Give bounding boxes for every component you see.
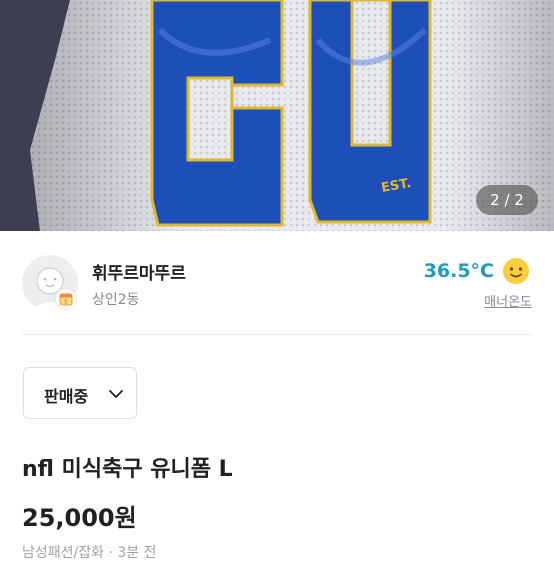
seller-name[interactable]: 휘뚜르마뚜르 — [92, 259, 186, 284]
product-image[interactable]: EST. 2 / 2 — [0, 0, 554, 231]
item-title: nfl 미식축구 유니폼 L — [22, 457, 233, 482]
sale-status-label: 판매중 — [44, 387, 89, 406]
divider — [22, 334, 532, 335]
item-category-time: 남성패션/잡화 · 3분 전 — [22, 545, 157, 561]
seller-profile[interactable]: 5 휘뚜르마뚜르 상인2동 36.5°C 매너온도 — [0, 231, 554, 334]
item-price: 25,000원 — [22, 504, 137, 532]
chevron-down-icon — [108, 386, 124, 402]
manner-temperature: 36.5°C — [423, 260, 494, 282]
jersey-photo-graphic: EST. — [0, 0, 554, 231]
smile-face-icon — [500, 255, 532, 287]
svg-text:5: 5 — [64, 300, 68, 306]
seller-location: 상인2동 — [92, 292, 140, 308]
sale-status-dropdown[interactable]: 판매중 — [23, 367, 137, 419]
manner-temperature-link[interactable]: 매너온도 — [484, 291, 532, 310]
calendar-badge-icon: 5 — [55, 288, 77, 310]
image-page-indicator: 2 / 2 — [476, 185, 538, 215]
